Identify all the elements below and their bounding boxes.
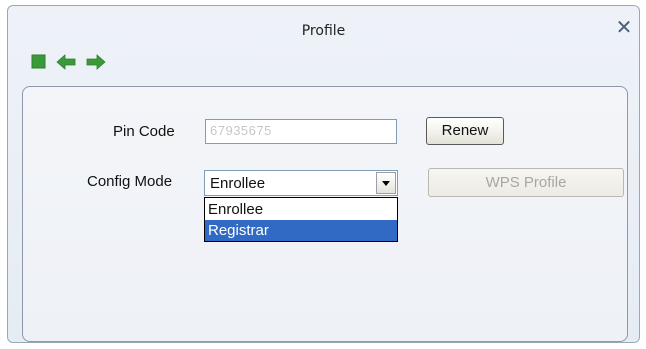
- option-registrar[interactable]: Registrar: [205, 220, 397, 241]
- forward-arrow-icon[interactable]: [84, 50, 108, 74]
- pin-code-field[interactable]: 67935675: [205, 119, 397, 144]
- config-mode-select[interactable]: Enrollee: [204, 170, 398, 196]
- close-icon[interactable]: ✕: [615, 17, 633, 37]
- renew-button[interactable]: Renew: [426, 117, 504, 145]
- chevron-down-icon[interactable]: [376, 172, 396, 194]
- config-mode-value: Enrollee: [210, 175, 266, 192]
- option-enrollee[interactable]: Enrollee: [205, 199, 397, 220]
- config-mode-dropdown-list: Enrollee Registrar: [204, 197, 398, 242]
- stop-icon[interactable]: [30, 50, 54, 74]
- profile-window: Profile ✕ Pin Code 67935675 Renew Config…: [7, 5, 640, 343]
- wps-profile-button[interactable]: WPS Profile: [428, 168, 624, 197]
- window-title: Profile: [301, 23, 346, 39]
- back-arrow-icon[interactable]: [54, 50, 78, 74]
- config-mode-label: Config Mode: [87, 173, 173, 190]
- pin-code-label: Pin Code: [113, 123, 175, 140]
- wps-panel: Pin Code 67935675 Renew Config Mode Enro…: [22, 86, 628, 342]
